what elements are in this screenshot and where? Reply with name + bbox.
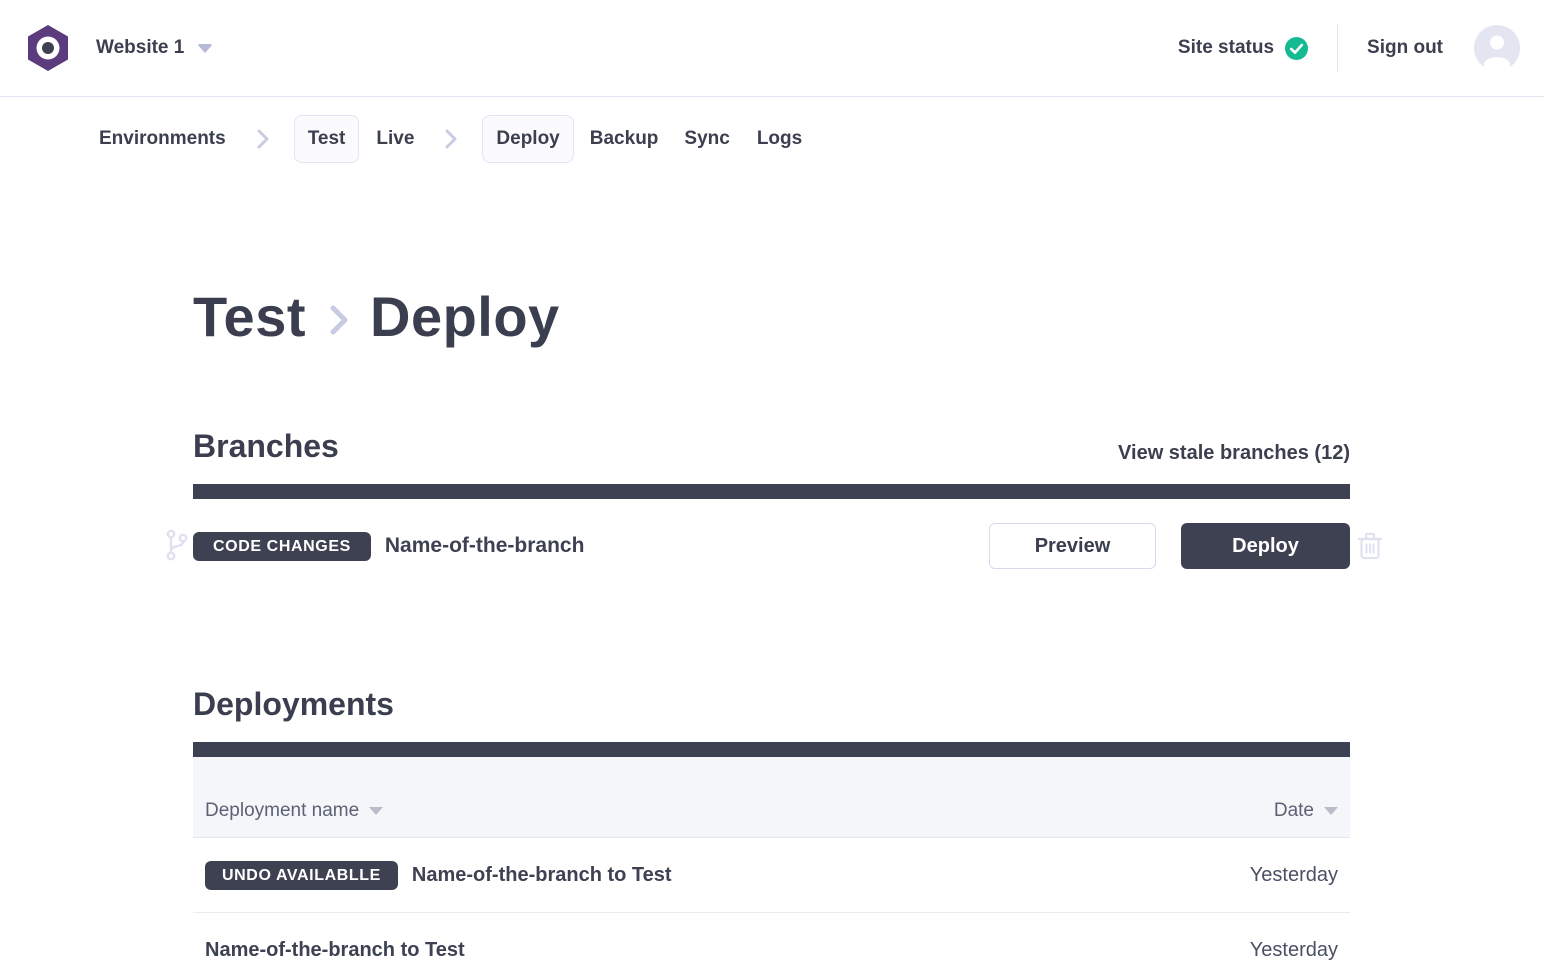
- column-header-deployment-name[interactable]: Deployment name: [205, 800, 383, 822]
- nav-tab-deploy[interactable]: Deploy: [482, 115, 573, 163]
- preview-button[interactable]: Preview: [989, 523, 1156, 569]
- environment-nav: Environments Test Live Deploy Backup Syn…: [0, 97, 1544, 180]
- main-content: Test Deploy Branches View stale branches…: [0, 180, 1544, 960]
- deployment-name: Name-of-the-branch to Test: [412, 864, 672, 887]
- sort-caret-down-icon: [1324, 807, 1338, 815]
- nav-tab-backup[interactable]: Backup: [590, 128, 659, 150]
- deployments-divider-bar: [193, 742, 1350, 757]
- branches-heading: Branches: [193, 428, 339, 465]
- check-circle-icon: [1274, 37, 1308, 60]
- site-switcher[interactable]: Website 1: [96, 37, 184, 59]
- nav-environments[interactable]: Environments: [99, 128, 226, 150]
- header-divider: [1337, 24, 1338, 72]
- nav-env-test[interactable]: Test: [294, 115, 360, 163]
- deployments-heading: Deployments: [193, 686, 394, 723]
- branches-section: Branches View stale branches (12) CODE C…: [193, 428, 1350, 569]
- nav-tab-logs[interactable]: Logs: [757, 128, 802, 150]
- deployments-section: Deployments Deployment name Date UNDO AV…: [193, 686, 1350, 960]
- branches-divider-bar: [193, 484, 1350, 499]
- view-stale-branches-link[interactable]: View stale branches (12): [1118, 442, 1350, 465]
- app-logo-icon[interactable]: [24, 24, 72, 72]
- nav-tab-sync[interactable]: Sync: [684, 128, 729, 150]
- chevron-right-icon: [256, 128, 270, 150]
- deployment-date: Yesterday: [1250, 864, 1338, 887]
- chevron-right-icon: [328, 303, 350, 337]
- branch-row: CODE CHANGES Name-of-the-branch Preview …: [193, 523, 1350, 569]
- deployment-row[interactable]: UNDO AVAILABLLE Name-of-the-branch to Te…: [193, 838, 1350, 913]
- page-title-section: Deploy: [370, 284, 560, 349]
- sort-caret-down-icon: [369, 807, 383, 815]
- deployments-table: Deployment name Date UNDO AVAILABLLE Nam…: [193, 757, 1350, 960]
- column-header-date[interactable]: Date: [1274, 800, 1338, 822]
- sign-out-button[interactable]: Sign out: [1367, 37, 1443, 59]
- undo-available-badge: UNDO AVAILABLLE: [205, 861, 398, 890]
- deployments-table-header: Deployment name Date: [193, 757, 1350, 838]
- branch-name: Name-of-the-branch: [385, 534, 585, 558]
- nav-env-live[interactable]: Live: [376, 128, 414, 150]
- trash-icon[interactable]: [1357, 531, 1383, 561]
- chevron-right-icon: [444, 128, 458, 150]
- code-changes-badge: CODE CHANGES: [193, 532, 371, 561]
- git-branch-icon: [166, 529, 188, 561]
- page-title-environment: Test: [193, 284, 306, 349]
- deploy-button[interactable]: Deploy: [1181, 523, 1350, 569]
- chevron-down-icon[interactable]: [197, 44, 213, 53]
- user-avatar-icon[interactable]: [1474, 25, 1520, 71]
- deployment-row[interactable]: Name-of-the-branch to Test Yesterday: [193, 913, 1350, 960]
- deployment-date: Yesterday: [1250, 939, 1338, 960]
- site-status-label[interactable]: Site status: [1178, 37, 1274, 59]
- page-title: Test Deploy: [193, 284, 1350, 349]
- top-bar: Website 1 Site status Sign out: [0, 0, 1544, 97]
- deployment-name: Name-of-the-branch to Test: [205, 939, 465, 960]
